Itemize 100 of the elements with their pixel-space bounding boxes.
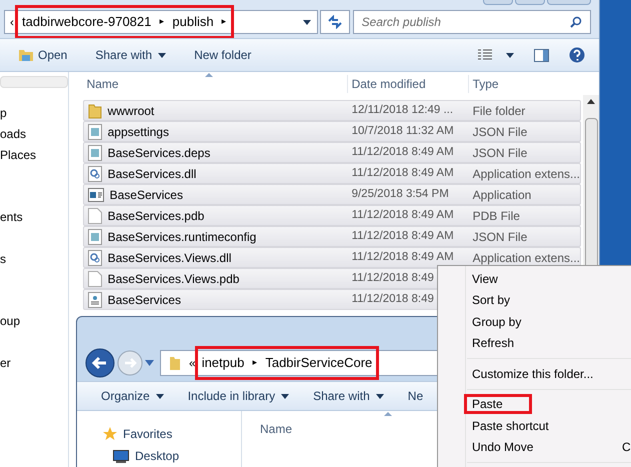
toolbar-button[interactable]: New folder	[194, 46, 252, 64]
breadcrumb[interactable]: TadbirServiceCore	[265, 353, 372, 373]
navigation-item[interactable]: oup	[0, 312, 20, 330]
file-row[interactable]: BaseServices.runtimeconfig 11/12/2018 8:49 AM JSON File	[82, 226, 581, 247]
file-name: BaseServices.pdb	[108, 208, 204, 224]
sort-arrow-icon	[384, 412, 392, 416]
breadcrumb[interactable]: inetpub	[202, 353, 244, 373]
menu-item[interactable]: View	[464, 268, 501, 289]
refresh-button[interactable]	[320, 10, 350, 34]
caret-icon	[156, 394, 164, 398]
file-row[interactable]: wwwroot 12/11/2018 12:49 ... File folder	[82, 100, 581, 121]
star-icon	[103, 427, 117, 441]
file-name: wwwroot	[108, 102, 154, 120]
document-icon	[88, 124, 102, 140]
shortcut-text: C	[622, 439, 631, 456]
view-options-button[interactable]	[478, 49, 514, 61]
menu-item[interactable]: Paste shortcut	[464, 416, 552, 436]
monitor-icon	[113, 450, 129, 462]
history-dropdown-icon[interactable]	[145, 360, 154, 366]
caret-icon	[281, 394, 290, 398]
navigation-item[interactable]: er	[0, 354, 11, 372]
file-name: BaseServices	[108, 292, 181, 308]
navigation-item[interactable]: ents	[0, 208, 23, 226]
breadcrumb[interactable]: publish	[172, 12, 214, 32]
application-window-icon	[88, 188, 104, 202]
navigation-item[interactable]: p	[0, 104, 7, 122]
date-cell-text: 11/12/2018 8:49 AM	[350, 250, 455, 265]
date-cell-text: 11/12/2018 8:49 AM	[350, 228, 455, 244]
caret-icon	[376, 394, 384, 398]
file-name: appsettings	[108, 124, 169, 140]
navigation-item[interactable]: s	[0, 250, 6, 268]
folder-icon	[169, 355, 181, 371]
column-header[interactable]: Name	[260, 422, 292, 436]
folder-icon	[88, 102, 102, 118]
settings-document-icon	[88, 292, 102, 308]
navigation-item[interactable]: Desktop	[135, 447, 180, 465]
back-button-icon[interactable]	[85, 348, 115, 378]
file-name: BaseServices.deps	[108, 144, 210, 162]
breadcrumb-separator[interactable]: ▸	[222, 15, 227, 29]
type-cell-text: PDB File	[472, 208, 520, 224]
sort-arrow-icon	[204, 73, 213, 77]
date-cell-text: 11/12/2018 8:49	[350, 292, 435, 307]
date-cell-text: 11/12/2018 8:49 AM	[350, 166, 455, 181]
date-cell-text: 11/12/2018 8:49 AM	[350, 144, 455, 160]
overflow-chevron[interactable]: ‹	[10, 13, 14, 31]
file-name: BaseServices.Views.dll	[108, 250, 232, 266]
toolbar-button[interactable]: Organize	[101, 387, 164, 405]
breadcrumb[interactable]: tadbirwebcore-970821	[22, 12, 152, 32]
document-icon	[88, 228, 102, 244]
overflow-chevron[interactable]: «	[189, 354, 196, 372]
details-view-icon	[478, 49, 492, 61]
file-name: BaseServices.Views.pdb	[108, 270, 240, 288]
search-field[interactable]: Search publish	[352, 10, 591, 34]
navigation-item[interactable]: Places	[0, 146, 36, 164]
file-name: BaseServices.dll	[108, 166, 196, 182]
caret-icon	[158, 52, 166, 58]
file-row[interactable]: BaseServices.dll 11/12/2018 8:49 AM Application extens...	[82, 163, 581, 184]
date-cell-text: 10/7/2018 11:32 AM	[350, 124, 455, 139]
file-row[interactable]: BaseServices.pdb 11/12/2018 8:49 AM PDB File	[82, 205, 581, 226]
search-icon	[570, 16, 582, 28]
menu-item[interactable]: Group by	[464, 312, 524, 332]
column-header[interactable]: Type	[468, 74, 599, 92]
menu-item[interactable]: Customize this folder...	[464, 364, 596, 384]
help-icon[interactable]	[569, 47, 585, 63]
document-icon	[88, 144, 102, 160]
breadcrumb-separator[interactable]: ▸	[252, 356, 258, 370]
type-cell-text: JSON File	[472, 124, 528, 140]
preview-pane-icon[interactable]	[534, 48, 549, 62]
date-cell-text: 11/12/2018 8:49 AM	[350, 208, 455, 223]
file-row[interactable]: appsettings 10/7/2018 11:32 AM JSON File	[82, 121, 581, 142]
column-header[interactable]: Name	[82, 74, 347, 92]
refresh-icon	[326, 15, 343, 29]
file-row[interactable]: BaseServices.Views.dll 11/12/2018 8:49 AM Application extens...	[82, 247, 581, 268]
file-name: BaseServices	[110, 186, 183, 204]
file-row[interactable]: BaseServices.deps 11/12/2018 8:49 AM JSON File	[82, 142, 581, 163]
navigation-item[interactable]: oads	[0, 124, 26, 143]
breadcrumb-separator[interactable]: ▸	[159, 15, 164, 29]
date-cell-text: 11/12/2018 8:49	[350, 270, 435, 286]
type-cell-text: Application extens...	[472, 166, 580, 182]
column-header[interactable]: Date modified	[346, 74, 468, 92]
file-row[interactable]: BaseServices 9/25/2018 3:54 PM Application	[82, 184, 581, 205]
gear-document-icon	[88, 166, 102, 182]
toolbar-button[interactable]: Open	[18, 46, 68, 64]
type-cell-text: JSON File	[472, 228, 528, 246]
navigation-item[interactable]: Favorites	[123, 425, 172, 443]
blank-document-icon	[88, 208, 102, 224]
menu-item[interactable]: Paste	[464, 394, 532, 414]
scroll-up-icon[interactable]	[587, 99, 595, 104]
toolbar-button[interactable]: Ne	[408, 387, 424, 405]
toolbar-button[interactable]: Share with	[95, 46, 166, 64]
file-name: BaseServices.runtimeconfig	[108, 228, 256, 246]
type-cell-text: File folder	[472, 102, 526, 120]
menu-item[interactable]: Refresh	[464, 333, 518, 354]
menu-item[interactable]: Sort by	[464, 290, 514, 310]
date-cell-text: 12/11/2018 12:49 ...	[350, 102, 454, 118]
folder-icon	[18, 48, 34, 62]
caret-icon	[506, 52, 514, 58]
toolbar-button[interactable]: Share with	[313, 387, 384, 405]
menu-item[interactable]: Undo Move	[464, 437, 536, 458]
toolbar-button[interactable]: Include in library	[188, 387, 290, 405]
